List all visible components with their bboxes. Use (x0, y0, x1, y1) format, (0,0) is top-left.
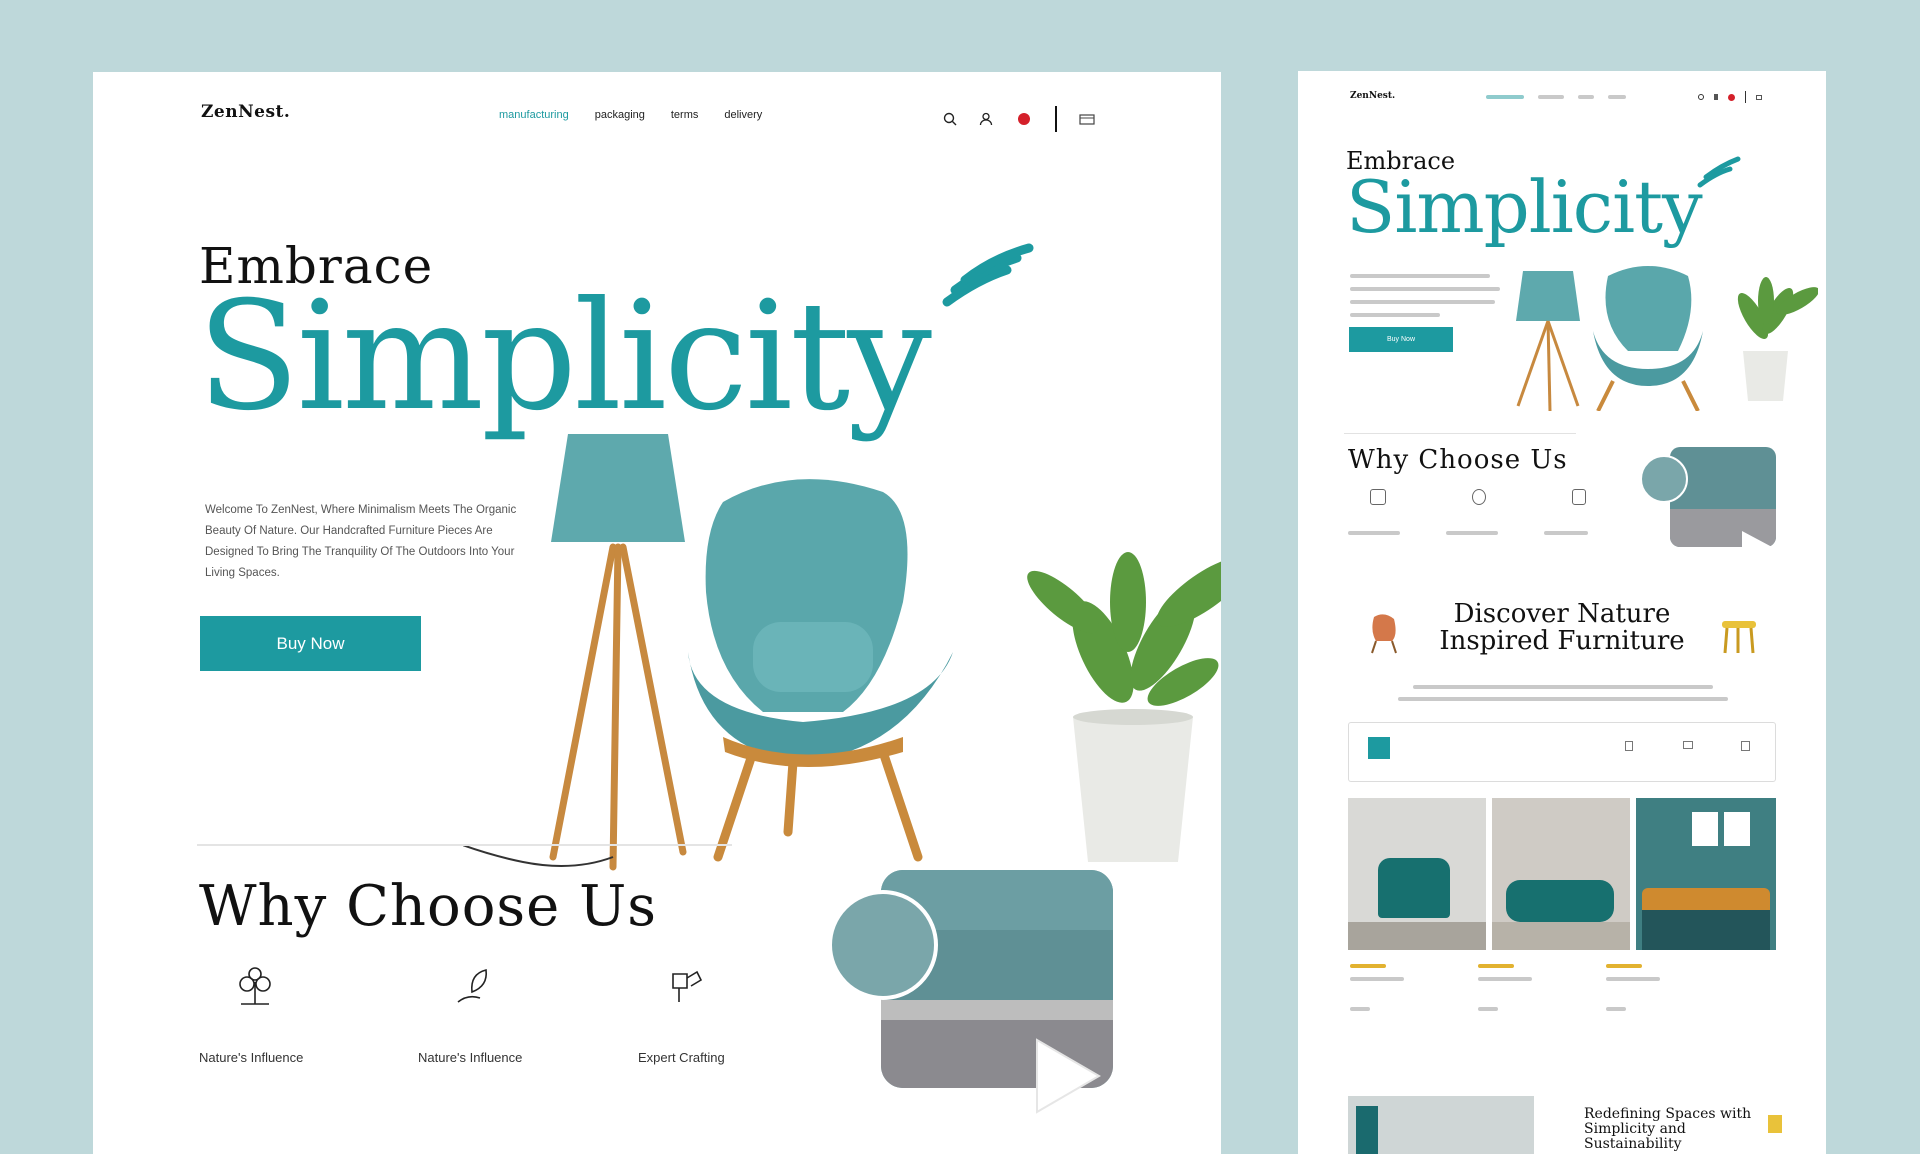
nav-manufacturing[interactable]: manufacturing (499, 109, 569, 121)
product-ratings (1350, 964, 1642, 968)
redefining-title: Redefining Spaces with Simplicity and Su… (1584, 1106, 1752, 1152)
craft-icon (1572, 489, 1586, 505)
nav-delivery[interactable]: delivery (724, 109, 762, 121)
side-nav-item[interactable] (1486, 95, 1524, 99)
side-header-actions (1698, 91, 1762, 103)
category-active-swatch[interactable] (1368, 737, 1390, 759)
feature-3-label: Expert Crafting (638, 1050, 725, 1065)
side-logo[interactable]: ZenNest. (1350, 91, 1395, 101)
category-icon[interactable] (1625, 741, 1633, 751)
redefining-image (1348, 1096, 1534, 1154)
header-actions (943, 106, 1095, 132)
main-page-preview: ZenNest. manufacturing packaging terms d… (93, 72, 1221, 1154)
side-bedroom-inset (1640, 455, 1688, 503)
logo[interactable]: ZenNest. (201, 102, 290, 122)
discover-description (1398, 685, 1728, 701)
side-hero-furniture-image (1516, 266, 1818, 411)
search-icon[interactable] (943, 112, 957, 126)
side-cart-icon[interactable] (1728, 93, 1735, 101)
product-card-image[interactable] (1492, 798, 1630, 950)
why-choose-us-title: Why Choose Us (199, 874, 658, 939)
side-user-icon[interactable] (1714, 94, 1718, 100)
category-icon[interactable] (1683, 741, 1693, 749)
header-divider (1055, 106, 1057, 132)
product-card-image[interactable] (1348, 798, 1486, 950)
feature-2-label: Nature's Influence (418, 1050, 523, 1065)
side-divider-line (1344, 433, 1576, 434)
leaf-hand-icon (1472, 489, 1486, 505)
section-divider (197, 844, 732, 846)
category-icon[interactable] (1741, 741, 1750, 751)
side-divider (1745, 91, 1746, 103)
side-nav-item[interactable] (1608, 95, 1626, 99)
side-why-title: Why Choose Us (1348, 445, 1568, 475)
main-nav: manufacturing packaging terms delivery (499, 109, 762, 121)
menu-icon[interactable] (1079, 112, 1095, 126)
side-menu-icon[interactable] (1756, 94, 1762, 100)
side-nav-item[interactable] (1538, 95, 1564, 99)
feature-1-label: Nature's Influence (199, 1050, 304, 1065)
full-page-preview: ZenNest. Embrace Simplicity Buy Now Why … (1298, 71, 1826, 1154)
plant-icon (1370, 489, 1386, 505)
side-feature-icons (1370, 489, 1586, 505)
swirl-decoration (942, 243, 1034, 307)
plant-icon (239, 967, 271, 1005)
yellow-decor-image (1768, 1115, 1782, 1133)
side-play-icon[interactable] (1736, 527, 1776, 567)
cart-icon[interactable] (1015, 112, 1033, 126)
hero-furniture-image (463, 434, 1221, 871)
craft-icon (672, 970, 703, 1002)
side-feature-labels (1348, 531, 1588, 535)
side-nav (1486, 95, 1626, 99)
nav-terms[interactable]: terms (671, 109, 699, 121)
buy-now-button[interactable]: Buy Now (200, 616, 421, 671)
feature-3 (663, 964, 707, 1013)
product-prices (1350, 1007, 1626, 1011)
product-names (1350, 977, 1660, 981)
leaf-hand-icon (457, 969, 488, 1003)
yellow-stool-image (1722, 621, 1756, 654)
bedroom-inset-image (828, 890, 938, 1000)
side-buy-now-button[interactable]: Buy Now (1349, 327, 1453, 352)
feature-2 (452, 964, 496, 1013)
product-card-image[interactable] (1636, 798, 1776, 950)
side-nav-item[interactable] (1578, 95, 1594, 99)
nav-packaging[interactable]: packaging (595, 109, 645, 121)
play-icon[interactable] (1027, 1032, 1107, 1116)
user-icon[interactable] (979, 112, 993, 126)
side-swirl-decoration (1697, 156, 1741, 188)
category-filter-bar (1348, 722, 1776, 782)
feature-1 (233, 964, 277, 1013)
side-search-icon[interactable] (1698, 94, 1704, 100)
